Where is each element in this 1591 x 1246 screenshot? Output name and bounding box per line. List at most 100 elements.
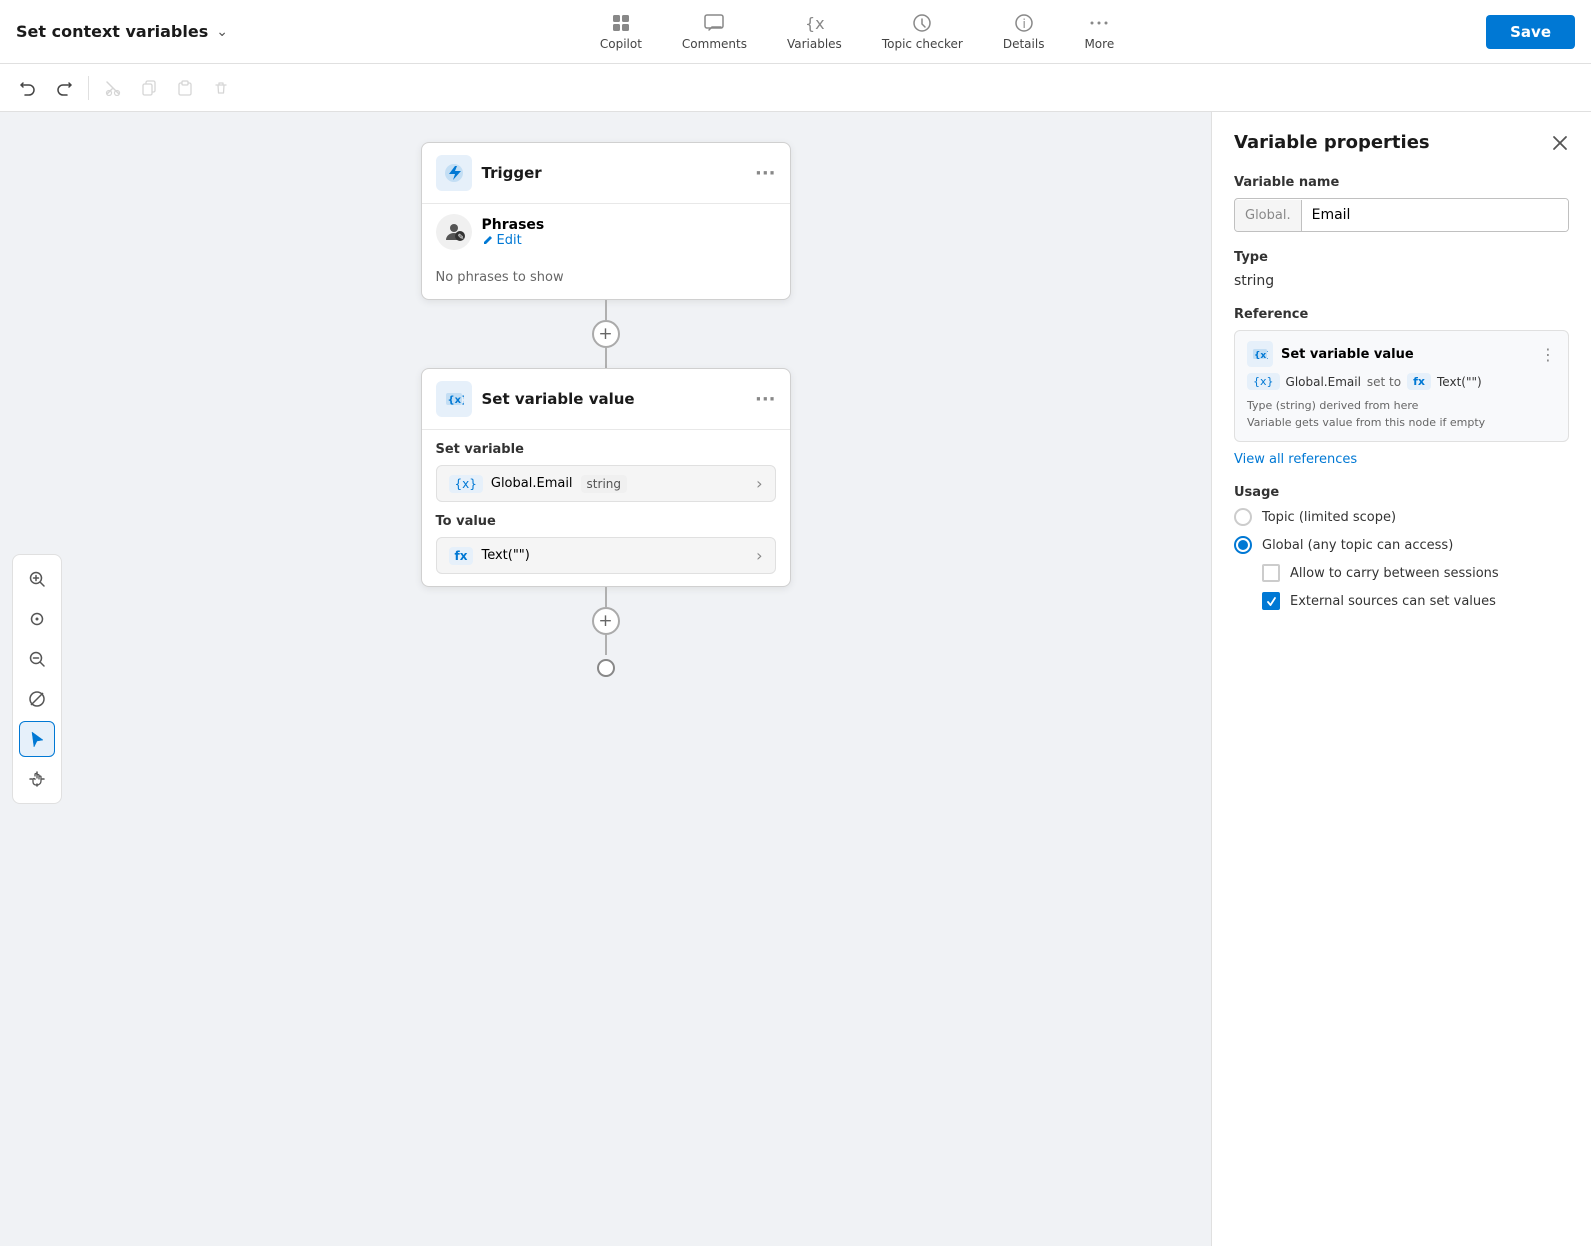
reference-box: {x} Set variable value ⋮ {x} Global.Emai… [1234, 330, 1569, 442]
add-node-button-2[interactable]: + [592, 607, 620, 635]
zoom-out-button[interactable] [19, 641, 55, 677]
phrases-info: Phrases Edit [482, 217, 545, 248]
var-tag-small: {x} [449, 475, 483, 493]
global-scope-radio[interactable] [1234, 536, 1252, 554]
right-panel: Variable properties Variable name Global… [1211, 112, 1591, 1246]
field-chevron-icon: › [756, 474, 762, 493]
more-action[interactable]: More [1076, 8, 1122, 55]
ref-tags: {x} Global.Email set to fx Text("") [1247, 373, 1556, 390]
copilot-action[interactable]: Copilot [592, 8, 650, 55]
ref-note: Type (string) derived from here Variable… [1247, 398, 1556, 431]
global-scope-radio-row: Global (any topic can access) [1234, 536, 1569, 554]
pan-icon [28, 770, 46, 788]
ref-more-icon[interactable]: ⋮ [1540, 345, 1556, 364]
variable-name-section: Variable name Global. [1234, 175, 1569, 232]
vline-2 [605, 348, 607, 368]
svg-text:{x}: {x} [447, 395, 464, 406]
delete-button[interactable] [205, 72, 237, 104]
title-chevron-icon[interactable]: ⌄ [216, 24, 228, 40]
more-label: More [1084, 37, 1114, 51]
svg-text:✎: ✎ [457, 233, 464, 242]
select-icon [28, 730, 46, 748]
toolbar [0, 64, 1591, 112]
trigger-node-more[interactable]: ··· [755, 163, 776, 184]
close-panel-button[interactable] [1551, 134, 1569, 152]
trigger-node[interactable]: Trigger ··· ✎ Phrases [421, 142, 791, 300]
panel-header: Variable properties [1234, 132, 1569, 153]
ref-row: {x} Set variable value ⋮ [1247, 341, 1556, 367]
save-button[interactable]: Save [1486, 15, 1575, 49]
ref-set-to: set to [1367, 375, 1401, 389]
set-variable-header: {x} Set variable value ··· [422, 369, 790, 430]
variables-label: Variables [787, 37, 842, 51]
edit-icon [482, 234, 494, 246]
topic-checker-icon [911, 12, 933, 34]
no-action-icon [28, 690, 46, 708]
trigger-node-title: Trigger [482, 164, 745, 182]
view-all-references-link[interactable]: View all references [1234, 452, 1357, 467]
variables-action[interactable]: {x} Variables [779, 8, 850, 55]
var-prefix: Global. [1235, 200, 1302, 231]
delete-icon [213, 80, 229, 96]
carry-between-sessions-checkbox[interactable] [1262, 564, 1280, 582]
canvas-area[interactable]: Trigger ··· ✎ Phrases [0, 112, 1211, 1246]
trigger-node-header: Trigger ··· [422, 143, 790, 204]
phrases-edit-link[interactable]: Edit [482, 233, 545, 248]
set-variable-more[interactable]: ··· [755, 389, 776, 410]
no-action-button[interactable] [19, 681, 55, 717]
usage-section-label: Usage [1234, 485, 1569, 500]
topic-checker-label: Topic checker [882, 37, 963, 51]
copy-button[interactable] [133, 72, 165, 104]
copilot-icon [610, 12, 632, 34]
set-variable-title: Set variable value [482, 390, 745, 408]
center-button[interactable] [19, 601, 55, 637]
redo-button[interactable] [48, 72, 80, 104]
set-variable-label: Set variable [436, 442, 776, 457]
global-scope-label: Global (any topic can access) [1262, 538, 1453, 553]
zoom-out-icon [28, 650, 46, 668]
select-button[interactable] [19, 721, 55, 757]
ref-icon-box: {x} [1247, 341, 1273, 367]
variable-field[interactable]: {x} Global.Email string › [436, 465, 776, 502]
details-icon: i [1013, 12, 1035, 34]
external-sources-checkbox[interactable] [1262, 592, 1280, 610]
usage-section: Usage Topic (limited scope) Global (any … [1234, 485, 1569, 610]
paste-icon [177, 80, 193, 96]
panel-title: Variable properties [1234, 132, 1430, 153]
var-name-input[interactable] [1302, 199, 1568, 231]
to-value-chevron-icon: › [756, 546, 762, 565]
zoom-in-button[interactable] [19, 561, 55, 597]
pan-button[interactable] [19, 761, 55, 797]
comments-action[interactable]: Comments [674, 8, 755, 55]
ref-fx-tag: fx [1407, 373, 1431, 390]
topic-scope-radio[interactable] [1234, 508, 1252, 526]
copy-icon [141, 80, 157, 96]
zoom-in-icon [28, 570, 46, 588]
type-value: string [1234, 273, 1569, 289]
vline-1 [605, 300, 607, 320]
undo-button[interactable] [12, 72, 44, 104]
cut-button[interactable] [97, 72, 129, 104]
reference-section: Reference {x} Set variable value ⋮ {x} G… [1234, 307, 1569, 467]
connector-2: + [592, 587, 620, 677]
topic-checker-action[interactable]: Topic checker [874, 8, 971, 55]
phrases-title: Phrases [482, 217, 545, 233]
details-action[interactable]: i Details [995, 8, 1053, 55]
canvas-nodes: Trigger ··· ✎ Phrases [0, 112, 1211, 1246]
to-value-field[interactable]: fx Text("") › [436, 537, 776, 574]
var-name-section-label: Variable name [1234, 175, 1569, 190]
main-content: Trigger ··· ✎ Phrases [0, 112, 1591, 1246]
left-tools [12, 554, 62, 804]
more-icon [1088, 12, 1110, 34]
ref-title: Set variable value [1281, 347, 1532, 362]
paste-button[interactable] [169, 72, 201, 104]
center-icon [28, 610, 46, 628]
set-variable-node[interactable]: {x} Set variable value ··· Set variable … [421, 368, 791, 587]
phrases-empty-text: No phrases to show [422, 260, 790, 299]
add-node-button-1[interactable]: + [592, 320, 620, 348]
phrases-icon: ✎ [436, 214, 472, 250]
carry-between-sessions-row: Allow to carry between sessions [1262, 564, 1569, 582]
variable-icon: {x} [444, 389, 464, 409]
topbar-right: Save [1486, 15, 1575, 49]
set-variable-body: Set variable {x} Global.Email string › T… [422, 430, 790, 586]
